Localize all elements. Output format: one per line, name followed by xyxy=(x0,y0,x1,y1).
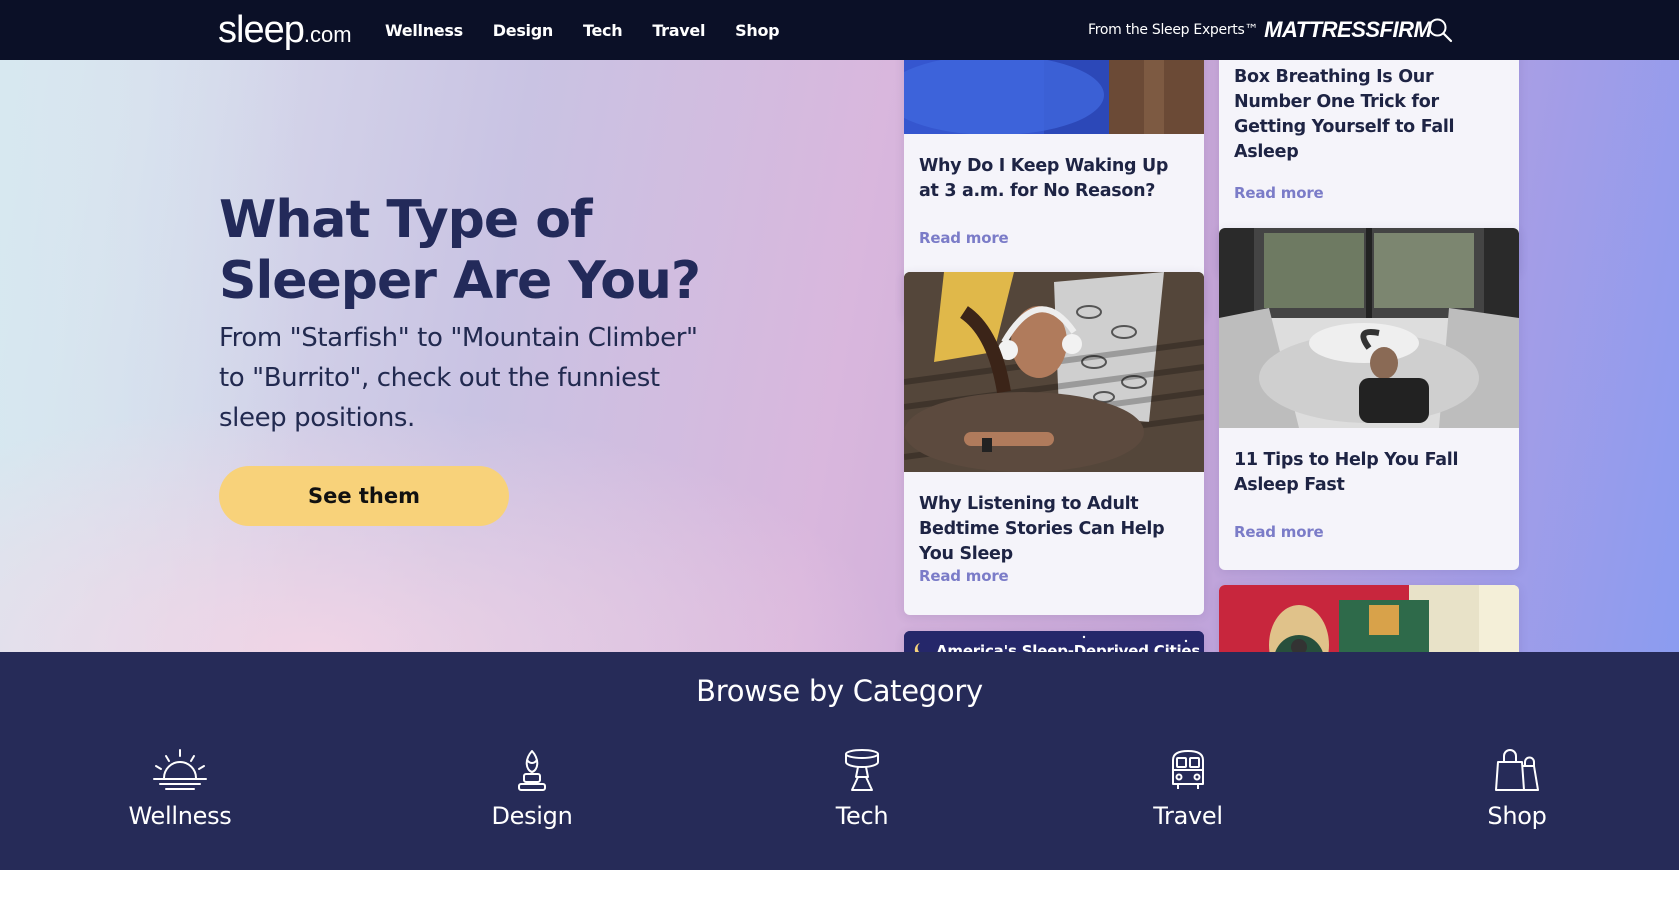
category-label: Design xyxy=(491,802,573,830)
partner-tagline: From the Sleep Experts™ MATTRESSFIRM xyxy=(1088,0,1432,60)
logo-wordmark: sleep xyxy=(218,9,305,51)
category-label: Shop xyxy=(1487,802,1547,830)
hero-section: What Type of Sleeper Are You? From "Star… xyxy=(0,60,1679,652)
sunrise-icon xyxy=(153,749,207,790)
site-header: sleep .com Wellness Design Tech Travel S… xyxy=(0,0,1679,60)
card-image xyxy=(1219,228,1519,428)
category-label: Tech xyxy=(835,802,889,830)
logo-domain: .com xyxy=(303,22,352,47)
browse-by-category: Browse by Category Wellness Design Tech … xyxy=(0,652,1679,870)
van-icon xyxy=(1172,750,1204,789)
search-icon xyxy=(1428,18,1453,43)
nav-travel[interactable]: Travel xyxy=(652,21,705,40)
category-tech[interactable]: Tech xyxy=(772,748,952,830)
read-more-link[interactable]: Read more xyxy=(919,229,1009,247)
read-more-link[interactable]: Read more xyxy=(1234,523,1324,541)
smart-lamp-icon xyxy=(845,749,879,791)
card-title: 11 Tips to Help You Fall Asleep Fast xyxy=(1234,450,1459,495)
category-label: Travel xyxy=(1153,802,1223,830)
card-image-caption: America's Sleep-Deprived Cities xyxy=(936,642,1201,652)
article-card[interactable] xyxy=(1219,585,1519,652)
read-more-link[interactable]: Read more xyxy=(919,567,1009,585)
card-title: Why Listening to Adult Bedtime Stories C… xyxy=(919,494,1165,564)
article-card[interactable]: America's Sleep-Deprived Cities xyxy=(904,631,1204,652)
card-image xyxy=(1219,585,1519,652)
nav-wellness[interactable]: Wellness xyxy=(385,21,463,40)
category-shop[interactable]: Shop xyxy=(1427,748,1607,830)
category-design[interactable]: Design xyxy=(442,748,622,830)
card-title: Why Do I Keep Waking Up at 3 a.m. for No… xyxy=(919,156,1169,201)
card-image xyxy=(904,272,1204,472)
browse-title: Browse by Category xyxy=(696,674,983,708)
nav-shop[interactable]: Shop xyxy=(735,21,779,40)
category-label: Wellness xyxy=(128,802,232,830)
mattress-firm-logo[interactable]: MATTRESSFIRM xyxy=(1264,17,1432,43)
hero-subtitle: From "Starfish" to "Mountain Climber" to… xyxy=(219,323,698,433)
article-card[interactable]: Why Listening to Adult Bedtime Stories C… xyxy=(904,272,1204,615)
tagline-text: From the Sleep Experts™ xyxy=(1088,22,1259,38)
category-travel[interactable]: Travel xyxy=(1098,748,1278,830)
article-card[interactable]: 11 Tips to Help You Fall Asleep Fast Rea… xyxy=(1219,228,1519,570)
nav-design[interactable]: Design xyxy=(493,21,553,40)
card-image xyxy=(904,60,1204,134)
main-nav: Wellness Design Tech Travel Shop xyxy=(385,0,809,60)
card-title: Box Breathing Is Our Number One Trick fo… xyxy=(1234,67,1455,162)
shopping-bags-icon xyxy=(1495,749,1539,791)
see-them-button[interactable]: See them xyxy=(219,466,509,526)
read-more-link[interactable]: Read more xyxy=(1234,184,1324,202)
hero-title: What Type of Sleeper Are You? xyxy=(219,190,701,311)
nav-tech[interactable]: Tech xyxy=(583,21,623,40)
site-logo[interactable]: sleep .com xyxy=(218,6,352,54)
search-button[interactable] xyxy=(1426,16,1454,44)
lamp-icon xyxy=(518,750,546,791)
category-wellness[interactable]: Wellness xyxy=(90,748,270,830)
